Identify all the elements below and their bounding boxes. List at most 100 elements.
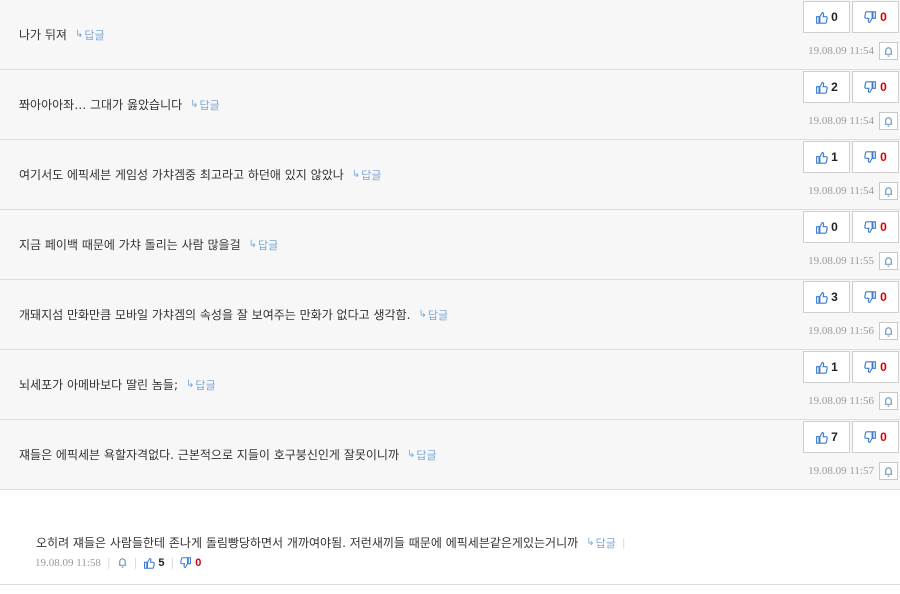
thumbs-up-icon xyxy=(816,431,828,444)
comment-text-wrap: 쫘아아아좌… 그대가 옳았습니다 ↳ 답글 xyxy=(19,70,220,139)
divider: | xyxy=(106,556,111,569)
reply-label: 답글 xyxy=(258,238,279,252)
reply-label: 답글 xyxy=(361,168,382,182)
report-button[interactable] xyxy=(879,112,898,130)
reply-arrow-icon: ↳ xyxy=(190,99,199,110)
comment-text: 쫘아아아좌… 그대가 옳았습니다 xyxy=(19,98,183,112)
divider: | xyxy=(621,536,626,549)
bell-report-icon xyxy=(884,256,893,267)
vote-buttons: 0 0 xyxy=(803,211,899,243)
reply-link[interactable]: ↳ 답글 xyxy=(407,447,437,463)
thumbs-down-icon xyxy=(864,360,877,373)
comment-text: 뇌세포가 아메바보다 딸린 놈들; xyxy=(19,378,179,392)
downvote-button[interactable]: 0 xyxy=(852,421,899,453)
comment-meta: 19.08.09 11:57 xyxy=(808,462,898,480)
comment-meta: 19.08.09 11:58 | | 5 | 0 xyxy=(35,556,201,569)
comment-text-wrap: 쟤들은 에픽세븐 욕할자격없다. 근본적으로 지들이 호구붕신인게 잘못이니까 … xyxy=(19,420,437,489)
comment-row: 지금 페이백 때문에 가챠 돌리는 사람 많을걸 ↳ 답글 0 0 19.08.… xyxy=(0,210,900,280)
upvote-count: 7 xyxy=(831,430,838,444)
comment-date: 19.08.09 11:55 xyxy=(808,255,874,267)
downvote-count: 0 xyxy=(880,290,887,304)
comment-meta: 19.08.09 11:54 xyxy=(808,182,898,200)
vote-buttons: 7 0 xyxy=(803,421,899,453)
thumbs-down-icon xyxy=(864,10,877,23)
bell-report-icon[interactable] xyxy=(117,557,128,568)
downvote-button[interactable]: 0 xyxy=(852,141,899,173)
reply-link[interactable]: ↳ 답글 xyxy=(586,535,616,551)
report-button[interactable] xyxy=(879,182,898,200)
divider: | xyxy=(133,556,138,569)
reply-link[interactable]: ↳ 답글 xyxy=(249,237,279,253)
downvote-count: 0 xyxy=(880,150,887,164)
downvote-count: 0 xyxy=(880,430,887,444)
vote-buttons: 1 0 xyxy=(803,351,899,383)
bell-report-icon xyxy=(884,46,893,57)
downvote-button[interactable]: 0 xyxy=(852,71,899,103)
upvote-count: 0 xyxy=(831,10,838,24)
report-button[interactable] xyxy=(879,322,898,340)
comment-date: 19.08.09 11:54 xyxy=(808,115,874,127)
divider: | xyxy=(170,556,175,569)
comment-date: 19.08.09 11:57 xyxy=(808,465,874,477)
comment-meta: 19.08.09 11:54 xyxy=(808,112,898,130)
reply-arrow-icon: ↳ xyxy=(406,449,416,460)
thumbs-down-icon xyxy=(864,150,877,163)
thumbs-down-icon xyxy=(864,220,877,233)
thumbs-down-icon xyxy=(864,80,877,93)
upvote-button[interactable]: 7 xyxy=(803,421,850,453)
upvote-button[interactable]: 2 xyxy=(803,71,850,103)
thumbs-up-icon xyxy=(816,221,828,234)
comment-date: 19.08.09 11:56 xyxy=(808,395,874,407)
upvote-button[interactable]: 0 xyxy=(803,1,850,33)
reply-arrow-icon: ↳ xyxy=(351,169,361,180)
reply-label: 답글 xyxy=(416,448,437,462)
comment-date: 19.08.09 11:56 xyxy=(808,325,874,337)
reply-link[interactable]: ↳ 답글 xyxy=(186,377,216,393)
upvote-count: 5 xyxy=(158,556,165,569)
report-button[interactable] xyxy=(879,252,898,270)
thumbs-down-icon xyxy=(864,290,877,303)
upvote-button[interactable]: 1 xyxy=(803,141,850,173)
report-button[interactable] xyxy=(879,392,898,410)
thumbs-up-icon xyxy=(816,11,828,24)
divider xyxy=(0,584,900,585)
comment-date: 19.08.09 11:54 xyxy=(808,45,874,57)
comment-text-wrap: 여기서도 에픽세븐 게임성 가챠겜중 최고라고 하던애 있지 않았나 ↳ 답글 xyxy=(19,140,381,209)
upvote-button[interactable]: 1 xyxy=(803,351,850,383)
comment-text-wrap: 개돼지섬 만화만큼 모바일 가챠겜의 속성을 잘 보여주는 만화가 없다고 생각… xyxy=(19,280,448,349)
thumbs-up-icon xyxy=(816,151,828,164)
upvote-count: 1 xyxy=(831,150,838,164)
downvote-button[interactable]: 0 xyxy=(852,351,899,383)
comment-text: 오히려 쟤들은 사람들한테 존나게 돌림빵당하면서 개까여야됨. 저런새끼들 때… xyxy=(36,536,579,550)
comment-text-wrap: 오히려 쟤들은 사람들한테 존나게 돌림빵당하면서 개까여야됨. 저런새끼들 때… xyxy=(36,534,626,551)
reply-arrow-icon: ↳ xyxy=(74,29,84,40)
report-button[interactable] xyxy=(879,462,898,480)
reply-arrow-icon: ↳ xyxy=(248,239,257,250)
upvote-count: 2 xyxy=(831,80,838,94)
bell-report-icon xyxy=(884,396,893,407)
bell-report-icon xyxy=(884,326,893,337)
reply-label: 답글 xyxy=(84,28,105,42)
downvote-button[interactable]: 0 xyxy=(852,211,899,243)
reply-link[interactable]: ↳ 답글 xyxy=(75,27,105,43)
thumbs-up-icon xyxy=(144,557,156,569)
reply-link[interactable]: ↳ 답글 xyxy=(418,307,448,323)
comment-list: 나가 뒤져 ↳ 답글 0 0 19.08.09 11:54 쫘아아아좌… 그대가… xyxy=(0,0,900,585)
upvote-count: 1 xyxy=(831,360,838,374)
downvote-button[interactable]: 0 xyxy=(852,281,899,313)
comment-text-wrap: 뇌세포가 아메바보다 딸린 놈들; ↳ 답글 xyxy=(19,350,216,419)
downvote-button[interactable]: 0 xyxy=(852,1,899,33)
upvote-button[interactable]: 5 xyxy=(143,557,164,569)
reply-label: 답글 xyxy=(595,536,616,550)
comment-row: 뇌세포가 아메바보다 딸린 놈들; ↳ 답글 1 0 19.08.09 11:5… xyxy=(0,350,900,420)
upvote-count: 0 xyxy=(831,220,838,234)
comment-row: 쟤들은 에픽세븐 욕할자격없다. 근본적으로 지들이 호구붕신인게 잘못이니까 … xyxy=(0,420,900,490)
comment-text: 개돼지섬 만화만큼 모바일 가챠겜의 속성을 잘 보여주는 만화가 없다고 생각… xyxy=(19,308,411,322)
upvote-button[interactable]: 3 xyxy=(803,281,850,313)
downvote-button[interactable]: 0 xyxy=(180,557,201,569)
upvote-button[interactable]: 0 xyxy=(803,211,850,243)
reply-link[interactable]: ↳ 답글 xyxy=(352,167,382,183)
report-button[interactable] xyxy=(879,42,898,60)
reply-link[interactable]: ↳ 답글 xyxy=(190,97,220,113)
comment-row: 개돼지섬 만화만큼 모바일 가챠겜의 속성을 잘 보여주는 만화가 없다고 생각… xyxy=(0,280,900,350)
